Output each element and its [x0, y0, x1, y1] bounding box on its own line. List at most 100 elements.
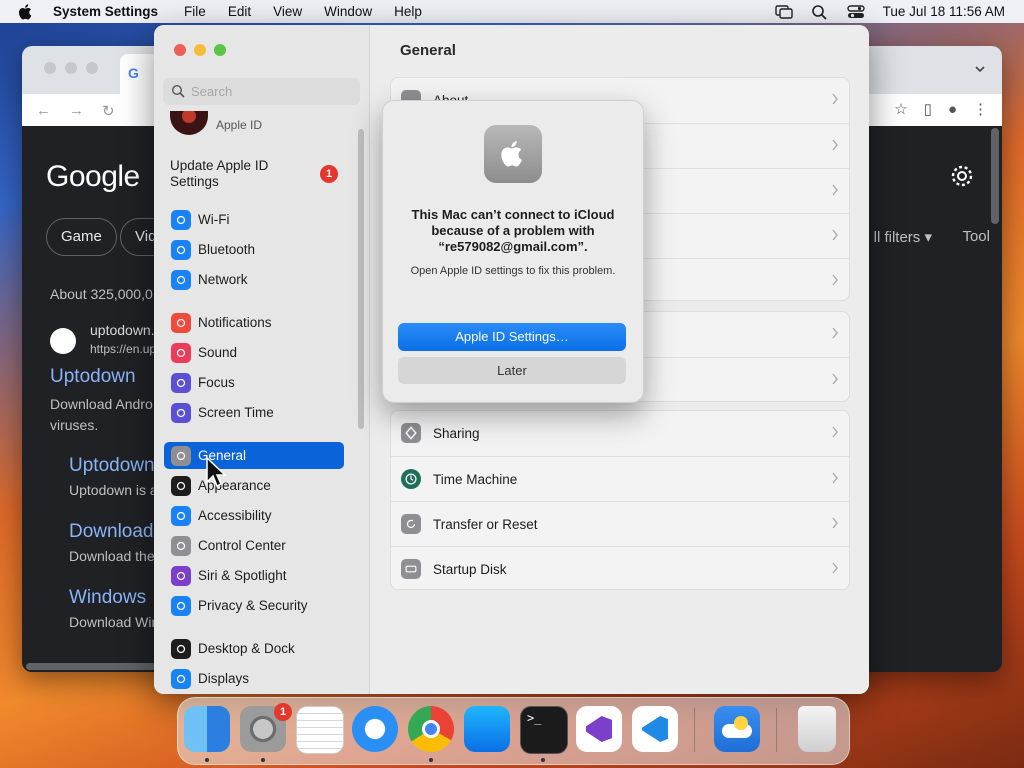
apple-id-label[interactable]: Apple ID: [216, 118, 262, 132]
terminal-app-icon[interactable]: >_: [520, 706, 568, 754]
menu-window[interactable]: Window: [324, 4, 372, 19]
settings-search-field[interactable]: Search: [163, 78, 360, 105]
sidebar-item-desktop-dock[interactable]: Desktop & Dock: [164, 635, 344, 662]
app-store-icon[interactable]: [464, 706, 510, 752]
menu-help[interactable]: Help: [394, 4, 422, 19]
chrome-menu-icon[interactable]: ⋮: [973, 100, 988, 118]
bluetooth-icon: [171, 239, 191, 260]
apple-logo-icon: [484, 125, 542, 183]
search-icon: [171, 84, 185, 98]
sidebar-item-label: Screen Time: [198, 405, 274, 420]
moon-icon: [171, 372, 191, 393]
sidebar-item-network[interactable]: Network: [164, 266, 344, 293]
chrome-horizontal-scrollbar[interactable]: [26, 663, 156, 670]
reload-icon[interactable]: ↻: [102, 102, 115, 120]
sitelink-title-2[interactable]: Download: [69, 521, 154, 543]
filter-chip-game[interactable]: Game: [46, 218, 117, 256]
side-panel-icon[interactable]: ▯: [924, 100, 932, 118]
apple-id-settings-button[interactable]: Apple ID Settings…: [398, 323, 626, 351]
back-arrow-icon[interactable]: ←: [36, 102, 51, 120]
row-startup-disk[interactable]: Startup Disk: [391, 546, 849, 591]
bookmark-star-icon[interactable]: ☆: [894, 100, 907, 118]
menu-app-name[interactable]: System Settings: [53, 4, 158, 19]
spotlight-search-icon[interactable]: [811, 4, 829, 20]
finder-running-dot: [205, 758, 209, 762]
chrome-vertical-scrollbar[interactable]: [991, 128, 999, 224]
sidebar-item-privacy-security[interactable]: Privacy & Security: [164, 592, 344, 619]
sidebar-item-label: Desktop & Dock: [198, 641, 295, 656]
chrome-zoom-button[interactable]: [86, 62, 98, 74]
trash-icon[interactable]: [798, 706, 836, 752]
tools-button[interactable]: Tool: [962, 228, 990, 245]
weather-app-icon[interactable]: [714, 706, 760, 752]
textedit-app-icon[interactable]: [296, 706, 344, 754]
settings-minimize-button[interactable]: [194, 44, 206, 56]
general-group-bottom: Sharing Time Machine Transfer or Reset S…: [390, 410, 850, 590]
sitelink-desc-3: Download Win: [69, 614, 160, 630]
row-sharing[interactable]: Sharing: [391, 411, 849, 455]
wifi-icon: [171, 209, 191, 230]
sidebar-item-appearance[interactable]: Appearance: [164, 472, 344, 499]
chrome-app-icon[interactable]: [408, 706, 454, 752]
update-apple-id-settings-item[interactable]: Update Apple ID Settings: [170, 158, 310, 190]
dock-separator-2: [776, 708, 777, 752]
finder-app-icon[interactable]: [184, 706, 230, 752]
settings-zoom-button[interactable]: [214, 44, 226, 56]
chevron-right-icon: [832, 274, 838, 286]
sidebar-item-displays[interactable]: Displays: [164, 665, 344, 692]
menu-view[interactable]: View: [273, 4, 302, 19]
sidebar-item-bluetooth[interactable]: Bluetooth: [164, 236, 344, 263]
screen-mirroring-icon[interactable]: [774, 4, 793, 20]
sun-icon: [171, 668, 191, 689]
sidebar-item-screen-time[interactable]: Screen Time: [164, 399, 344, 426]
tab-search-chevron-icon[interactable]: [974, 63, 986, 75]
apple-menu-icon[interactable]: [17, 3, 35, 21]
sidebar-item-sound[interactable]: Sound: [164, 339, 344, 366]
toggles-icon: [171, 535, 191, 556]
speaker-icon: [171, 342, 191, 363]
settings-dock-badge: 1: [274, 703, 292, 721]
menu-clock[interactable]: Tue Jul 18 11:56 AM: [883, 4, 1005, 19]
result-url: https://en.up: [90, 342, 157, 356]
google-settings-gear-icon[interactable]: [950, 164, 974, 188]
profile-icon[interactable]: ●: [948, 101, 957, 118]
chevron-right-icon: [832, 426, 838, 438]
menu-edit[interactable]: Edit: [228, 4, 251, 19]
sidebar-item-wi-fi[interactable]: Wi-Fi: [164, 206, 344, 233]
settings-close-button[interactable]: [174, 44, 186, 56]
google-logo[interactable]: Google: [46, 160, 140, 194]
row-transfer-reset[interactable]: Transfer or Reset: [391, 501, 849, 546]
all-filters-button[interactable]: ll filters ▾: [874, 228, 932, 246]
accessibility-icon: [171, 505, 191, 526]
result-count: About 325,000,0: [50, 286, 153, 302]
vscode-app-icon[interactable]: [632, 706, 678, 752]
later-button[interactable]: Later: [398, 357, 626, 384]
sidebar-scrollbar[interactable]: [358, 129, 364, 429]
mouse-pointer-icon: [206, 456, 227, 488]
update-badge: 1: [320, 165, 338, 183]
chevron-right-icon: [832, 472, 838, 484]
menu-file[interactable]: File: [184, 4, 206, 19]
row-time-machine[interactable]: Time Machine: [391, 456, 849, 501]
globe-icon: [171, 269, 191, 290]
visual-studio-app-icon[interactable]: [576, 706, 622, 752]
forward-arrow-icon[interactable]: →: [69, 102, 84, 120]
sidebar-item-label: Displays: [198, 671, 250, 686]
sidebar-item-siri-spotlight[interactable]: Siri & Spotlight: [164, 562, 344, 589]
sidebar-item-accessibility[interactable]: Accessibility: [164, 502, 344, 529]
sidebar-item-notifications[interactable]: Notifications: [164, 309, 344, 336]
safari-app-icon[interactable]: [352, 706, 398, 752]
control-center-icon[interactable]: [846, 4, 865, 20]
apple-id-avatar[interactable]: [170, 111, 208, 135]
result-title-link[interactable]: Uptodown: [50, 366, 136, 388]
sidebar-item-focus[interactable]: Focus: [164, 369, 344, 396]
sidebar-item-general[interactable]: General: [164, 442, 344, 469]
sidebar-item-control-center[interactable]: Control Center: [164, 532, 344, 559]
chrome-minimize-button[interactable]: [65, 62, 77, 74]
dock-icon: [171, 638, 191, 659]
siri-icon: [171, 565, 191, 586]
chrome-close-button[interactable]: [44, 62, 56, 74]
pane-title: General: [400, 42, 456, 59]
sitelink-title-3[interactable]: Windows: [69, 587, 146, 609]
sitelink-title-1[interactable]: Uptodown: [69, 455, 155, 477]
